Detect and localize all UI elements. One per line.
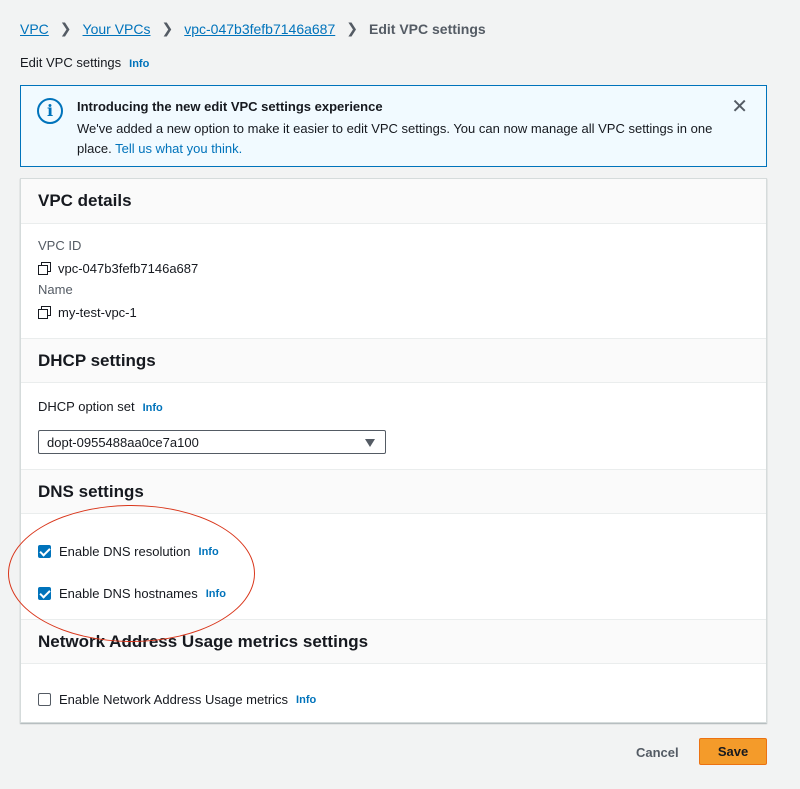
copy-icon[interactable] (38, 306, 51, 319)
nau-metrics-row[interactable]: Enable Network Address Usage metrics Info (38, 692, 316, 707)
dns-settings-heading: DNS settings (38, 482, 144, 501)
chevron-right-icon: ❯ (346, 20, 358, 36)
page-title-text: Edit VPC settings (20, 55, 122, 70)
nau-metrics-label: Enable Network Address Usage metrics (59, 692, 289, 707)
cancel-button[interactable]: Cancel (630, 740, 685, 765)
dhcp-option-set-label: DHCP option set Info (38, 399, 163, 414)
save-button[interactable]: Save (699, 738, 767, 765)
dhcp-option-set-select[interactable]: dopt-0955488aa0ce7a100 (38, 430, 386, 454)
dns-resolution-checkbox[interactable] (38, 545, 51, 558)
close-icon[interactable]: ✕ (731, 94, 748, 119)
dhcp-option-set-text: DHCP option set (38, 399, 135, 414)
dhcp-info-link[interactable]: Info (143, 402, 163, 414)
breadcrumb-your-vpcs-link[interactable]: Your VPCs (83, 21, 151, 37)
flash-title: Introducing the new edit VPC settings ex… (77, 99, 383, 114)
flash-body: We've added a new option to make it easi… (77, 119, 717, 159)
dhcp-settings-header: DHCP settings (21, 338, 766, 383)
vpc-name-value: my-test-vpc-1 (38, 305, 137, 320)
dns-settings-header: DNS settings (21, 469, 766, 514)
vpc-name-label: Name (38, 282, 73, 297)
chevron-right-icon: ❯ (59, 20, 72, 36)
breadcrumb-current: Edit VPC settings (369, 20, 486, 37)
breadcrumb-vpc-id-link[interactable]: vpc-047b3fefb7146a687 (184, 21, 335, 37)
dns-resolution-row[interactable]: Enable DNS resolution Info (38, 544, 219, 559)
info-flash-banner: i Introducing the new edit VPC settings … (20, 85, 767, 167)
dns-hostnames-info-link[interactable]: Info (206, 588, 226, 600)
breadcrumb-vpc-link[interactable]: VPC (20, 21, 49, 37)
dns-hostnames-row[interactable]: Enable DNS hostnames Info (38, 586, 226, 601)
dns-resolution-info-link[interactable]: Info (199, 546, 219, 558)
vpc-name-text: my-test-vpc-1 (58, 305, 137, 320)
copy-icon[interactable] (38, 262, 51, 275)
nau-metrics-checkbox[interactable] (38, 693, 51, 706)
vpc-details-header: VPC details (21, 179, 766, 224)
nau-metrics-header: Network Address Usage metrics settings (21, 619, 766, 664)
dns-hostnames-checkbox[interactable] (38, 587, 51, 600)
chevron-right-icon: ❯ (161, 20, 174, 36)
feedback-link[interactable]: Tell us what you think. (115, 141, 242, 156)
breadcrumb: VPC ❯ Your VPCs ❯ vpc-047b3fefb7146a687 … (20, 20, 486, 37)
caret-down-icon (365, 439, 375, 447)
page-title: Edit VPC settings Info (20, 55, 149, 70)
vpc-id-value: vpc-047b3fefb7146a687 (38, 261, 198, 276)
dhcp-settings-heading: DHCP settings (38, 351, 156, 370)
info-icon: i (37, 98, 63, 124)
nau-info-link[interactable]: Info (296, 694, 316, 706)
vpc-id-text: vpc-047b3fefb7146a687 (58, 261, 199, 276)
vpc-id-label: VPC ID (38, 238, 82, 253)
page-info-link[interactable]: Info (129, 58, 149, 70)
dhcp-selected-value: dopt-0955488aa0ce7a100 (47, 435, 199, 450)
nau-metrics-heading: Network Address Usage metrics settings (38, 632, 369, 651)
dns-resolution-label: Enable DNS resolution (59, 544, 191, 559)
dns-hostnames-label: Enable DNS hostnames (59, 586, 198, 601)
settings-panel: VPC details VPC ID vpc-047b3fefb7146a687… (20, 178, 767, 723)
vpc-details-heading: VPC details (38, 191, 132, 210)
